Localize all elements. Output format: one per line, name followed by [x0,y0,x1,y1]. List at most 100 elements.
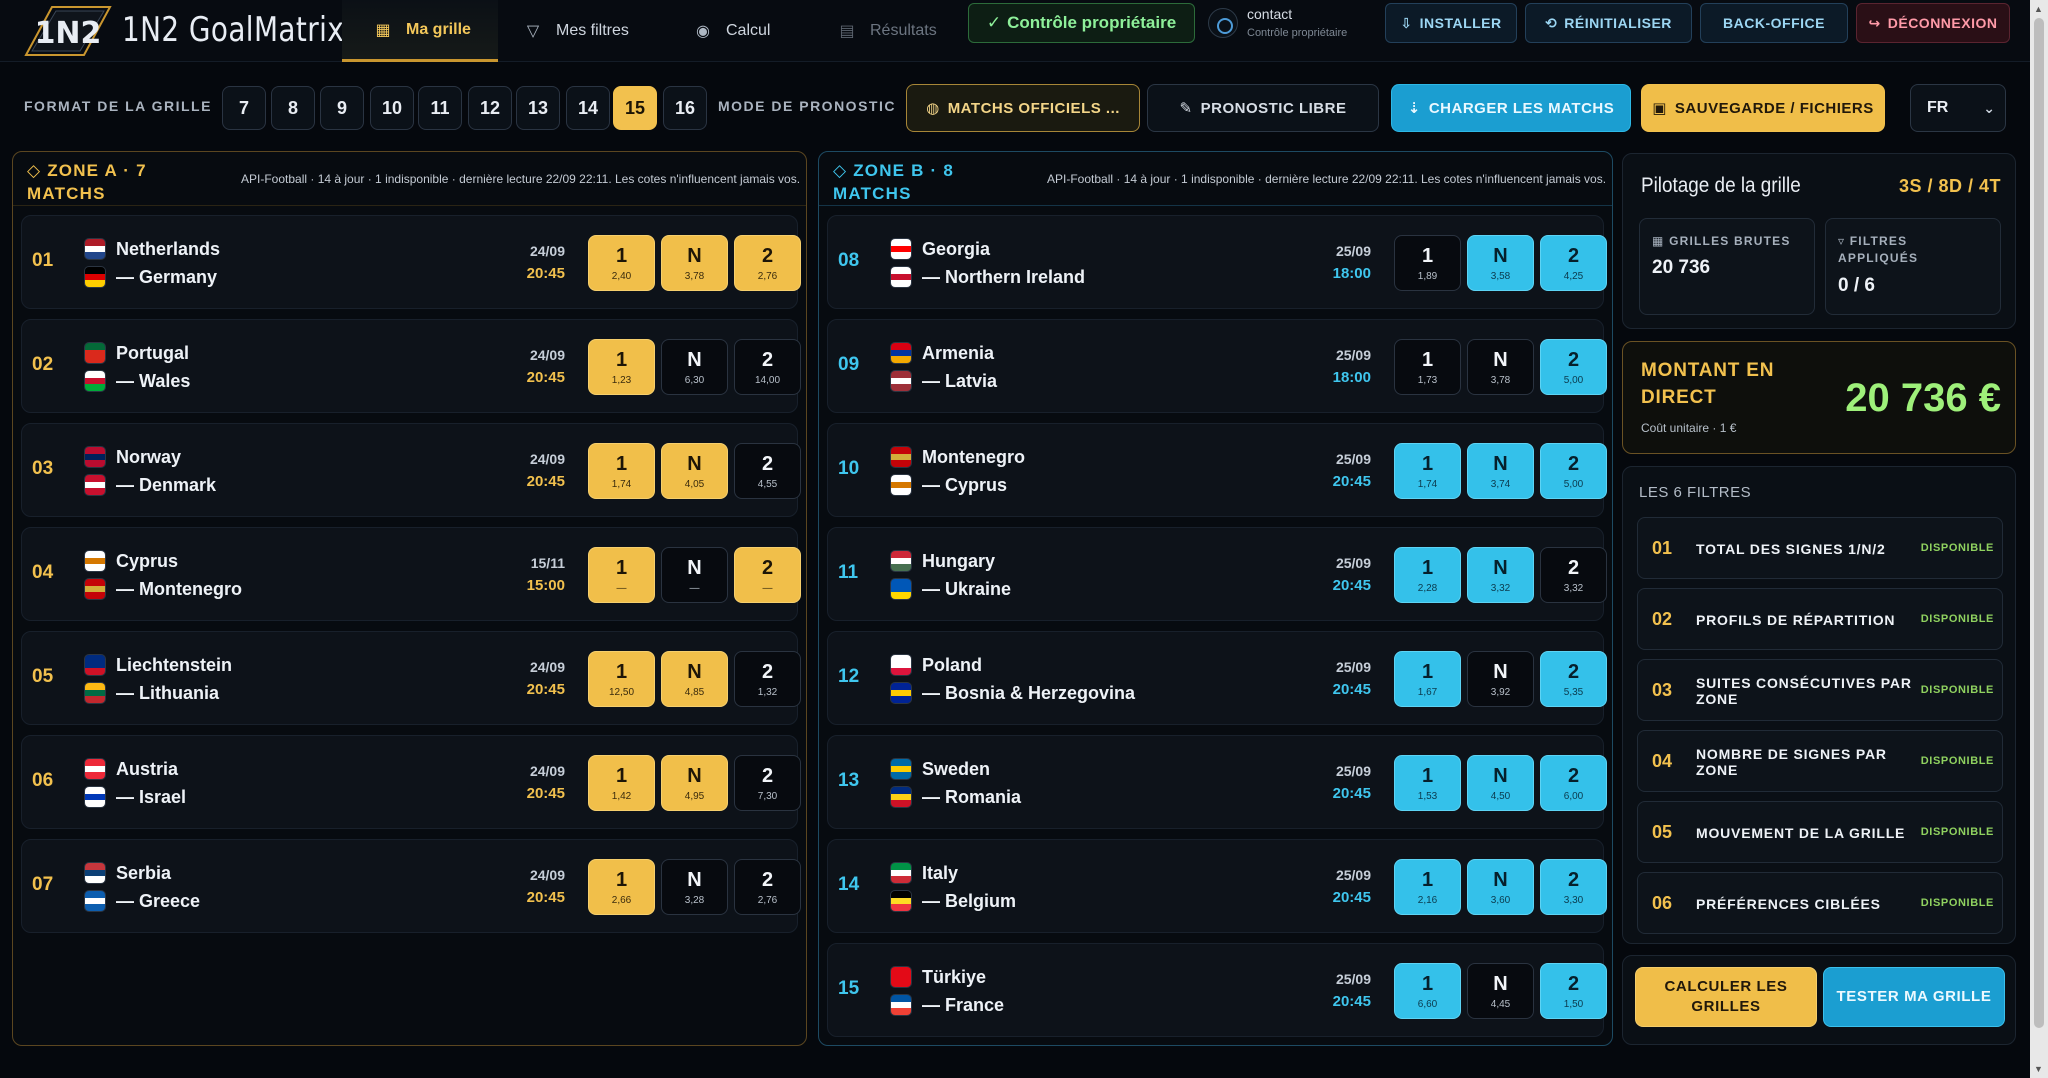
owner-check-badge[interactable]: ✓ Contrôle propriétaire [968,3,1195,43]
pick-1-button[interactable]: 1 1,42 [588,755,655,811]
pick-2-button[interactable]: 2— [734,547,801,603]
pick-1-button[interactable]: 1 2,40 [588,235,655,291]
grid-size-7-button[interactable]: 7 [222,86,266,130]
pick-1-button[interactable]: 1 1,67 [1394,651,1461,707]
match-time: 20:45 [526,369,565,386]
filter-item[interactable]: 04 NOMBRE DE SIGNES PAR ZONE DISPONIBLE [1637,730,2003,792]
grid-size-8-button[interactable]: 8 [271,86,315,130]
reset-button[interactable]: ⟲ RÉINITIALISER [1525,3,1692,43]
save-files-button[interactable]: ▣ SAUVEGARDE / FICHIERS [1641,84,1885,132]
pick-1-button[interactable]: 1 1,74 [1394,443,1461,499]
filter-item[interactable]: 02 PROFILS DE RÉPARTITION DISPONIBLE [1637,588,2003,650]
grid-size-13-button[interactable]: 13 [516,86,560,130]
pick-1-button[interactable]: 1 1,74 [588,443,655,499]
pick-2-button[interactable]: 2 6,00 [1540,755,1607,811]
pick-n-button[interactable]: N — [661,547,728,603]
applied-filters-value: 0 / 6 [1838,275,1875,296]
pick-2-button[interactable]: 2 3,30 [1540,859,1607,915]
pick-1-button[interactable]: 1 6,60 [1394,963,1461,1019]
pick-n-button[interactable]: N 3,78 [661,235,728,291]
pick-n-button[interactable]: N 3,28 [661,859,728,915]
pick-1-button[interactable]: 1 1,89 [1394,235,1461,291]
grid-size-16-button[interactable]: 16 [663,86,707,130]
pick-2-button[interactable]: 2 4,55 [734,443,801,499]
pick-1-button[interactable]: 1 1,73 [1394,339,1461,395]
filter-status: DISPONIBLE [1920,542,1994,554]
logout-button[interactable]: ↪ DÉCONNEXION [1856,3,2010,43]
pick-n-button[interactable]: N 3,58 [1467,235,1534,291]
pick-symbol: 1 [615,452,628,475]
pick-1-button[interactable]: 1 2,66 [588,859,655,915]
pick-2-button[interactable]: 2 5,00 [1540,443,1607,499]
pick-1-button[interactable]: 1— [588,547,655,603]
pick-n-button[interactable]: N 3,32 [1467,547,1534,603]
official-matches-button[interactable]: ◍ MATCHS OFFICIELS ... [906,84,1140,132]
pick-2-button[interactable]: 2 14,00 [734,339,801,395]
free-prediction-button[interactable]: ✎ PRONOSTIC LIBRE [1147,84,1379,132]
grid-size-10-button[interactable]: 10 [370,86,414,130]
pick-n-button[interactable]: N 4,45 [1467,963,1534,1019]
pick-2-button[interactable]: 2 1,32 [734,651,801,707]
tab-mes-filtres[interactable]: ▽ Mes filtres [492,0,652,62]
pick-n-button[interactable]: N 4,95 [661,755,728,811]
brand-logo[interactable]: 1N2 1N2 GoalMatrix [22,2,393,58]
tab-calcul[interactable]: ◉ Calcul [662,0,802,62]
pick-1-button[interactable]: 1 1,53 [1394,755,1461,811]
filter-item[interactable]: 06 PRÉFÉRENCES CIBLÉES DISPONIBLE [1637,872,2003,934]
scroll-down-icon[interactable]: ▼ [2034,1064,2043,1074]
pick-n-button[interactable]: N 3,78 [1467,339,1534,395]
grid-size-9-button[interactable]: 9 [320,86,364,130]
pick-n-button[interactable]: N 4,85 [661,651,728,707]
grid-size-12-button[interactable]: 12 [468,86,512,130]
pick-1-button[interactable]: 1 2,28 [1394,547,1461,603]
tab-ma-grille[interactable]: ▦ Ma grille [342,0,498,62]
filter-stat-icon: ▿ [1838,234,1850,248]
pick-1-button[interactable]: 1 1,23 [588,339,655,395]
backoffice-button[interactable]: BACK-OFFICE [1700,3,1848,43]
test-grid-button[interactable]: TESTER MA GRILLE [1823,967,2005,1027]
pick-2-button[interactable]: 2 1,50 [1540,963,1607,1019]
pick-n-button[interactable]: N 3,74 [1467,443,1534,499]
pick-n-button[interactable]: N 3,92 [1467,651,1534,707]
scroll-up-icon[interactable]: ▲ [2034,4,2043,14]
pick-n-button[interactable]: N 4,05 [661,443,728,499]
diamond-icon: ◇ [27,161,48,180]
language-select[interactable]: FR ⌄ [1910,84,2006,132]
page-scrollbar[interactable]: ▲ ▼ [2030,0,2048,1078]
home-flag-icon [890,342,912,364]
pick-1-button[interactable]: 1 2,16 [1394,859,1461,915]
pick-n-button[interactable]: N 3,60 [1467,859,1534,915]
filter-item[interactable]: 03 SUITES CONSÉCUTIVES PAR ZONE DISPONIBLE [1637,659,2003,721]
grid-size-11-button[interactable]: 11 [418,86,462,130]
filter-item[interactable]: 05 MOUVEMENT DE LA GRILLE DISPONIBLE [1637,801,2003,863]
pick-odds: 4,45 [1490,998,1511,1010]
pick-odds: 3,78 [684,270,705,282]
match-date: 25/09 [1335,243,1371,259]
pick-2-button[interactable]: 2 4,25 [1540,235,1607,291]
pick-2-button[interactable]: 2 2,76 [734,859,801,915]
filter-item[interactable]: 01 TOTAL DES SIGNES 1/N/2 DISPONIBLE [1637,517,2003,579]
grid-size-15-button[interactable]: 15 [613,86,657,130]
pick-n-button[interactable]: N 4,50 [1467,755,1534,811]
pick-2-button[interactable]: 2 5,35 [1540,651,1607,707]
pick-n-button[interactable]: N 6,30 [661,339,728,395]
pick-odds: 1,73 [1417,374,1438,386]
tab-resultats[interactable]: ▤ Résultats [806,0,956,62]
save-files-label: SAUVEGARDE / FICHIERS [1674,99,1874,117]
pick-odds: 3,32 [1490,582,1511,594]
filter-number: 03 [1652,680,1673,700]
pick-symbol: N [1493,452,1508,475]
away-flag-icon [84,890,106,912]
contact-avatar-icon[interactable] [1208,8,1238,38]
pick-2-button[interactable]: 2 3,32 [1540,547,1607,603]
match-number: 13 [838,770,860,791]
install-button[interactable]: ⇩ INSTALLER [1385,3,1517,43]
pick-1-button[interactable]: 1 12,50 [588,651,655,707]
pick-2-button[interactable]: 2 2,76 [734,235,801,291]
scroll-thumb[interactable] [2034,18,2044,1028]
pick-2-button[interactable]: 2 7,30 [734,755,801,811]
pick-2-button[interactable]: 2 5,00 [1540,339,1607,395]
load-matches-button[interactable]: ⇣ CHARGER LES MATCHS [1391,84,1631,132]
compute-grids-button[interactable]: CALCULER LES GRILLES [1635,967,1817,1027]
grid-size-14-button[interactable]: 14 [566,86,610,130]
